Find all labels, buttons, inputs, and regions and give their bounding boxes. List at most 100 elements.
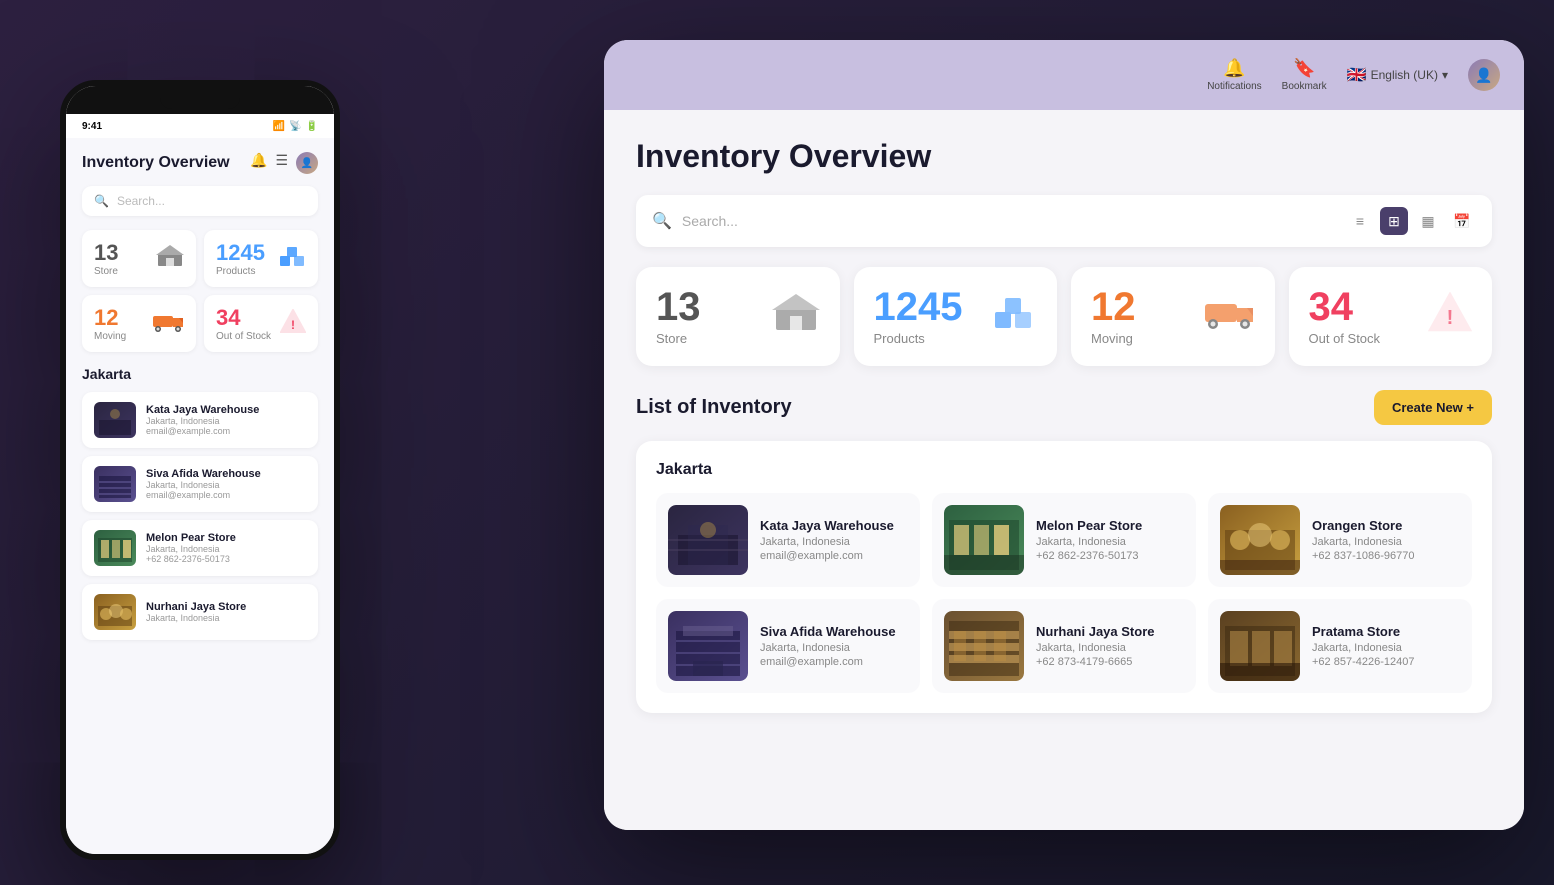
stat-label-store: Store bbox=[656, 331, 701, 346]
inventory-thumb-1 bbox=[668, 505, 748, 575]
mobile-time: 9:41 bbox=[82, 121, 102, 132]
stat-label-out-of-stock: Out of Stock bbox=[1309, 331, 1381, 346]
stat-number-moving: 12 bbox=[1091, 287, 1136, 327]
signal-icon: 📶 bbox=[273, 121, 285, 132]
mobile-item-info-1: Kata Jaya Warehouse Jakarta, Indonesia e… bbox=[146, 404, 259, 436]
stat-info-store: 13 Store bbox=[656, 287, 701, 346]
inventory-card-1[interactable]: Kata Jaya Warehouse Jakarta, Indonesia e… bbox=[656, 493, 920, 587]
stat-info-products: 1245 Products bbox=[874, 287, 963, 346]
warning-icon: ! bbox=[1428, 292, 1472, 342]
mobile-list-item-2[interactable]: Siva Afida Warehouse Jakarta, Indonesia … bbox=[82, 456, 318, 512]
mobile-page-title: Inventory Overview bbox=[82, 154, 230, 172]
create-new-button[interactable]: Create New + bbox=[1374, 390, 1492, 425]
search-icon: 🔍 bbox=[652, 211, 672, 231]
mobile-stat-info-moving: 12 Moving bbox=[94, 305, 126, 342]
mobile-item-contact-3: +62 862-2376-50173 bbox=[146, 554, 236, 564]
stat-card-moving[interactable]: 12 Moving bbox=[1071, 267, 1275, 366]
mobile-item-contact-2: email@example.com bbox=[146, 490, 261, 500]
mobile-status-icons: 📶 📡 🔋 bbox=[273, 121, 318, 132]
mobile-list-item-4[interactable]: Nurhani Jaya Store Jakarta, Indonesia bbox=[82, 584, 318, 640]
mobile-search-text: Search... bbox=[117, 194, 165, 208]
inventory-card-4[interactable]: Siva Afida Warehouse Jakarta, Indonesia … bbox=[656, 599, 920, 693]
mobile-stat-label-out-of-stock: Out of Stock bbox=[216, 331, 271, 342]
mobile-status-bar: 9:41 📶 📡 🔋 bbox=[66, 114, 334, 138]
section-region: Jakarta bbox=[656, 461, 1472, 479]
mobile-list-item-3[interactable]: Melon Pear Store Jakarta, Indonesia +62 … bbox=[82, 520, 318, 576]
desktop-header: 🔔 Notifications 🔖 Bookmark 🇬🇧 English (U… bbox=[604, 40, 1524, 110]
mobile-stat-moving[interactable]: 12 Moving bbox=[82, 295, 196, 352]
inventory-card-5[interactable]: Nurhani Jaya Store Jakarta, Indonesia +6… bbox=[932, 599, 1196, 693]
mobile-avatar[interactable]: 👤 bbox=[296, 152, 318, 174]
stat-number-products: 1245 bbox=[874, 287, 963, 327]
desktop-card: 🔔 Notifications 🔖 Bookmark 🇬🇧 English (U… bbox=[604, 40, 1524, 830]
inventory-contact-5: +62 873-4179-6665 bbox=[1036, 656, 1155, 668]
mobile-stat-out-of-stock[interactable]: 34 Out of Stock ! bbox=[204, 295, 318, 352]
bookmark-button[interactable]: 🔖 Bookmark bbox=[1282, 58, 1327, 92]
language-selector[interactable]: 🇬🇧 English (UK) ▾ bbox=[1347, 65, 1448, 85]
user-avatar[interactable]: 👤 bbox=[1468, 59, 1500, 91]
notifications-label: Notifications bbox=[1207, 81, 1261, 92]
stat-label-products: Products bbox=[874, 331, 963, 346]
language-label: English (UK) bbox=[1371, 68, 1438, 82]
calendar-view-toggle[interactable]: 📅 bbox=[1448, 207, 1476, 235]
inventory-info-3: Orangen Store Jakarta, Indonesia +62 837… bbox=[1312, 518, 1414, 562]
mobile-list-item-1[interactable]: Kata Jaya Warehouse Jakarta, Indonesia e… bbox=[82, 392, 318, 448]
mobile-warehouse-icon bbox=[156, 244, 184, 274]
stat-label-moving: Moving bbox=[1091, 331, 1136, 346]
mobile-item-loc-4: Jakarta, Indonesia bbox=[146, 613, 246, 623]
flag-icon: 🇬🇧 bbox=[1347, 65, 1367, 85]
list-title: List of Inventory bbox=[636, 396, 792, 419]
inventory-info-4: Siva Afida Warehouse Jakarta, Indonesia … bbox=[760, 624, 896, 668]
inventory-name-3: Orangen Store bbox=[1312, 518, 1414, 533]
mobile-search[interactable]: 🔍 Search... bbox=[82, 186, 318, 216]
notifications-button[interactable]: 🔔 Notifications bbox=[1207, 58, 1261, 92]
inventory-thumb-2 bbox=[944, 505, 1024, 575]
stat-card-out-of-stock[interactable]: 34 Out of Stock ! bbox=[1289, 267, 1493, 366]
stat-card-products[interactable]: 1245 Products bbox=[854, 267, 1058, 366]
mobile-stat-label-moving: Moving bbox=[94, 331, 126, 342]
inventory-location-4: Jakarta, Indonesia bbox=[760, 642, 896, 654]
mobile-bell-icon[interactable]: 🔔 bbox=[250, 152, 267, 174]
mobile-item-info-3: Melon Pear Store Jakarta, Indonesia +62 … bbox=[146, 532, 236, 564]
inventory-location-1: Jakarta, Indonesia bbox=[760, 536, 894, 548]
mobile-item-name-4: Nurhani Jaya Store bbox=[146, 601, 246, 613]
mobile-region-title: Jakarta bbox=[82, 366, 318, 382]
grid-view-toggle[interactable]: ⊞ bbox=[1380, 207, 1408, 235]
inventory-name-5: Nurhani Jaya Store bbox=[1036, 624, 1155, 639]
mobile-item-info-2: Siva Afida Warehouse Jakarta, Indonesia … bbox=[146, 468, 261, 500]
wifi-icon: 📡 bbox=[289, 121, 301, 132]
mobile-stat-number-store: 13 bbox=[94, 240, 118, 266]
warehouse-icon bbox=[772, 292, 820, 342]
view-toggles: ≡ ⊞ ▦ 📅 bbox=[1346, 207, 1476, 235]
mobile-stat-products[interactable]: 1245 Products bbox=[204, 230, 318, 287]
list-view-toggle[interactable]: ≡ bbox=[1346, 207, 1374, 235]
mobile-menu-icon[interactable]: ☰ bbox=[275, 152, 288, 174]
inventory-card-3[interactable]: Orangen Store Jakarta, Indonesia +62 837… bbox=[1208, 493, 1472, 587]
mobile-search-icon: 🔍 bbox=[94, 194, 109, 208]
mobile-item-name-1: Kata Jaya Warehouse bbox=[146, 404, 259, 416]
inventory-section: Jakarta bbox=[636, 441, 1492, 713]
mobile-stat-number-products: 1245 bbox=[216, 240, 265, 266]
mobile-thumb-3 bbox=[94, 530, 136, 566]
mobile-truck-icon bbox=[152, 309, 184, 339]
search-placeholder[interactable]: Search... bbox=[682, 213, 1004, 229]
inventory-card-2[interactable]: Melon Pear Store Jakarta, Indonesia +62 … bbox=[932, 493, 1196, 587]
page-title: Inventory Overview bbox=[636, 138, 1492, 175]
inventory-contact-4: email@example.com bbox=[760, 656, 896, 668]
inventory-info-6: Pratama Store Jakarta, Indonesia +62 857… bbox=[1312, 624, 1414, 668]
inventory-info-5: Nurhani Jaya Store Jakarta, Indonesia +6… bbox=[1036, 624, 1155, 668]
mobile-card: 9:41 📶 📡 🔋 Inventory Overview 🔔 ☰ 👤 🔍 Se… bbox=[60, 80, 340, 860]
search-bar: 🔍 Search... ≡ ⊞ ▦ 📅 bbox=[636, 195, 1492, 247]
table-view-toggle[interactable]: ▦ bbox=[1414, 207, 1442, 235]
mobile-stat-store[interactable]: 13 Store bbox=[82, 230, 196, 287]
mobile-item-loc-1: Jakarta, Indonesia bbox=[146, 416, 259, 426]
stat-card-store[interactable]: 13 Store bbox=[636, 267, 840, 366]
mobile-notch bbox=[66, 86, 334, 114]
svg-text:!: ! bbox=[1447, 307, 1454, 329]
mobile-thumb-4 bbox=[94, 594, 136, 630]
stats-row: 13 Store 1245 Products bbox=[636, 267, 1492, 366]
inventory-card-6[interactable]: Pratama Store Jakarta, Indonesia +62 857… bbox=[1208, 599, 1472, 693]
inventory-thumb-3 bbox=[1220, 505, 1300, 575]
inventory-grid: Kata Jaya Warehouse Jakarta, Indonesia e… bbox=[656, 493, 1472, 693]
mobile-header-row: Inventory Overview 🔔 ☰ 👤 bbox=[82, 152, 318, 174]
